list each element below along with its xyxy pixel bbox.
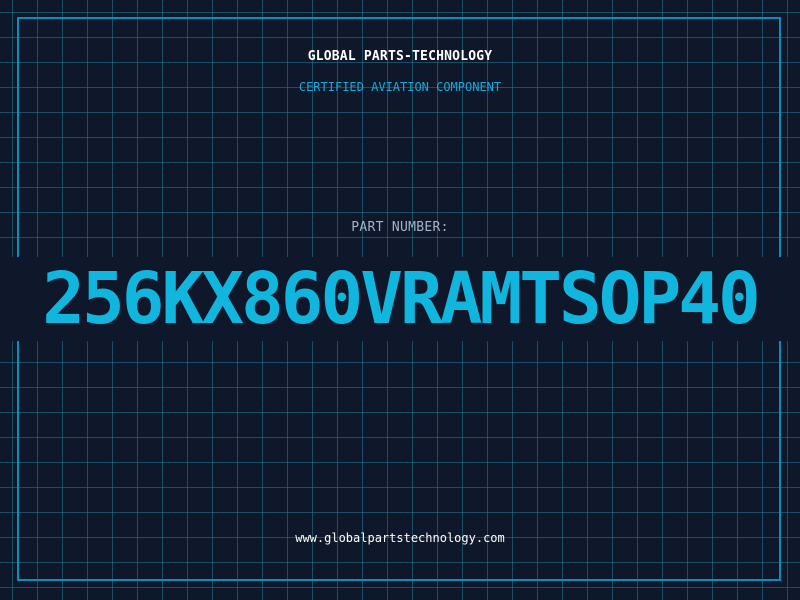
part-number-value: 256KX860VRAMTSOP40	[42, 257, 760, 340]
company-name: GLOBAL PARTS-TECHNOLOGY	[307, 49, 493, 64]
part-number-band: 256KX860VRAMTSOP40	[0, 257, 800, 341]
part-number-label: PART NUMBER:	[351, 220, 449, 235]
certification-subtitle: CERTIFIED AVIATION COMPONENT	[298, 80, 502, 94]
website-url: www.globalpartstechnology.com	[295, 531, 505, 545]
